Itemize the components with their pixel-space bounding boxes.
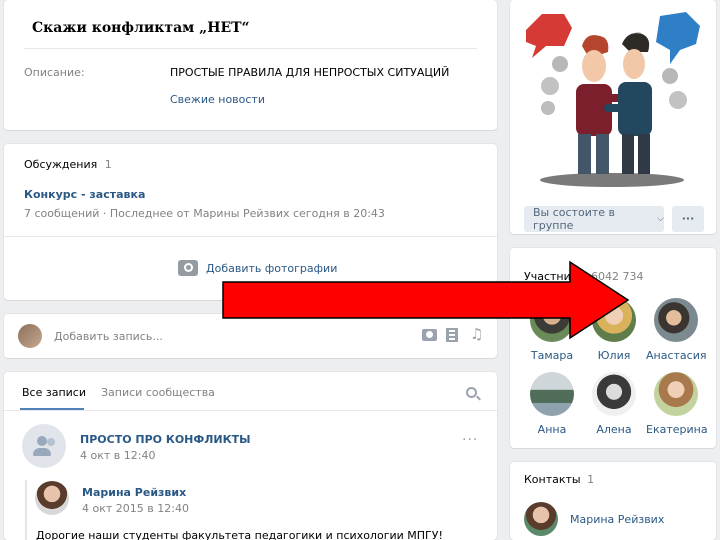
- tab-all-posts[interactable]: Все записи: [22, 386, 86, 399]
- repost-author[interactable]: Марина Рейзвих: [82, 486, 186, 499]
- contact-name[interactable]: Марина Рейзвих: [570, 513, 664, 526]
- fresh-news-link[interactable]: Свежие новости: [170, 93, 265, 106]
- post-text: Дорогие наши студенты факультета педагог…: [36, 529, 443, 540]
- member-name: Екатерина: [646, 423, 708, 436]
- group-cover-image[interactable]: [520, 8, 704, 192]
- composer-input[interactable]: Добавить запись...: [54, 330, 163, 343]
- tabs-divider: [4, 410, 497, 411]
- group-cover-card: Вы состоите в группе ⌵ ···: [510, 0, 716, 234]
- wall-feed: Все записи Записи сообщества ПРОСТО ПРО …: [4, 372, 497, 540]
- member-name: Анна: [537, 423, 567, 436]
- description-value: ПРОСТЫЕ ПРАВИЛА ДЛЯ НЕПРОСТЫХ СИТУАЦИЙ: [170, 66, 450, 79]
- community-avatar[interactable]: [22, 424, 66, 468]
- members-label: Участники: [524, 270, 585, 283]
- discussions-count: 1: [104, 158, 112, 171]
- member-avatar: [654, 298, 698, 342]
- title-divider: [24, 48, 477, 49]
- member-avatar: [530, 372, 574, 416]
- member-avatar: [530, 298, 574, 342]
- discussion-topic-meta: 7 сообщений · Последнее от Марины Рейзви…: [24, 207, 385, 220]
- repost-time[interactable]: 4 окт 2015 в 12:40: [82, 502, 189, 515]
- camera-icon: [178, 260, 198, 276]
- member-tile[interactable]: Анастасия: [646, 298, 706, 362]
- discussions-divider: [4, 236, 497, 237]
- member-status-label: Вы состоите в группе: [533, 206, 615, 232]
- post-composer: Добавить запись... ♫: [4, 314, 497, 358]
- add-photos-label: Добавить фотографии: [206, 261, 338, 275]
- member-name: Алена: [596, 423, 632, 436]
- post-author[interactable]: ПРОСТО ПРО КОНФЛИКТЫ: [80, 433, 251, 446]
- group-icon: [37, 436, 47, 446]
- member-tile[interactable]: Екатерина: [646, 372, 708, 436]
- contacts-label: Контакты: [524, 473, 581, 486]
- post-time[interactable]: 4 окт в 12:40: [80, 449, 155, 462]
- member-tile[interactable]: Юлия: [588, 298, 640, 362]
- repost-block: [25, 480, 27, 540]
- discussions-card: Обсуждения 1 Конкурс - заставка 7 сообще…: [4, 144, 497, 300]
- member-name: Анастасия: [646, 349, 707, 362]
- members-header[interactable]: Участники 6042 734: [524, 270, 644, 283]
- user-avatar: [18, 324, 42, 348]
- search-icon[interactable]: [466, 387, 481, 401]
- group-info-card: Скажи конфликтам „НЕТ“ Описание: ПРОСТЫЕ…: [4, 0, 497, 130]
- contact-avatar[interactable]: [524, 502, 558, 536]
- music-icon[interactable]: ♫: [470, 326, 483, 342]
- tab-community-posts[interactable]: Записи сообщества: [101, 386, 215, 399]
- chevron-down-icon: ⌵: [657, 214, 664, 224]
- contacts-count: 1: [587, 473, 595, 486]
- discussions-header[interactable]: Обсуждения 1: [24, 158, 112, 171]
- more-actions-button[interactable]: ···: [672, 206, 704, 232]
- member-tile[interactable]: Алена: [588, 372, 640, 436]
- page-title: Скажи конфликтам „НЕТ“: [32, 20, 250, 36]
- member-avatar: [592, 298, 636, 342]
- member-tile[interactable]: Тамара: [526, 298, 578, 362]
- member-avatar: [592, 372, 636, 416]
- add-photos-button[interactable]: Добавить фотографии: [178, 260, 337, 276]
- contacts-header[interactable]: Контакты 1: [524, 473, 594, 486]
- members-count: 6042 734: [591, 270, 644, 283]
- description-label: Описание:: [24, 66, 85, 79]
- discussions-label: Обсуждения: [24, 158, 98, 171]
- member-avatar: [654, 372, 698, 416]
- member-name: Юлия: [597, 349, 631, 362]
- video-icon[interactable]: [446, 328, 458, 342]
- discussion-topic-title[interactable]: Конкурс - заставка: [24, 188, 145, 201]
- member-name: Тамара: [530, 349, 574, 362]
- member-status-button[interactable]: Вы состоите в группе ⌵: [524, 206, 664, 232]
- members-card: Участники 6042 734 Тамара Юлия Анастасия…: [510, 248, 716, 448]
- camera-icon[interactable]: [422, 329, 437, 341]
- post-options-icon[interactable]: ···: [462, 432, 478, 448]
- member-tile[interactable]: Анна: [526, 372, 578, 436]
- contacts-card: Контакты 1 Марина Рейзвих: [510, 462, 716, 540]
- repost-author-avatar[interactable]: [35, 481, 69, 515]
